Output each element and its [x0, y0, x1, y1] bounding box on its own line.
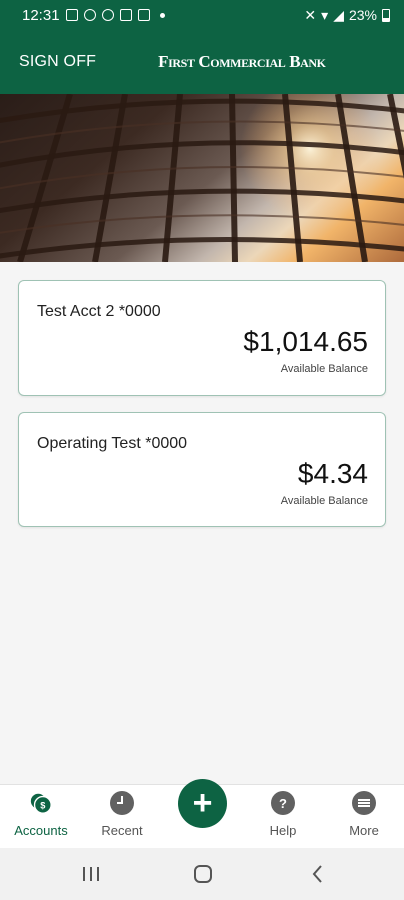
nav-more[interactable]: More [324, 785, 404, 849]
help-icon: ? [271, 791, 295, 815]
battery-percent: 23% [348, 7, 377, 23]
battery-icon [382, 8, 390, 22]
account-name: Operating Test *0000 [37, 435, 188, 452]
nav-help[interactable]: ? Help [243, 785, 323, 849]
status-left: 12:31 [22, 7, 165, 24]
bank-logo: First Commercial Bank [158, 52, 326, 71]
back-icon[interactable] [306, 862, 330, 886]
status-right: ✕ ▾ ◢ 23% [304, 7, 390, 24]
more-notifications-dot [159, 12, 165, 18]
balance-caption: Available Balance [280, 363, 368, 375]
sign-off-button[interactable]: SIGN OFF [19, 53, 96, 71]
balance-caption: Available Balance [280, 495, 368, 507]
nav-help-label: Help [269, 823, 297, 838]
signal-icon: ◢ [333, 6, 344, 23]
mail-notification-icon [119, 9, 132, 21]
svg-text:$: $ [40, 801, 45, 811]
mute-icon: ✕ [304, 6, 317, 23]
nav-recent[interactable]: Recent [82, 785, 162, 849]
recents-icon[interactable] [79, 862, 103, 886]
account-balance: $4.34 [297, 458, 368, 489]
more-icon [352, 791, 376, 815]
nav-accounts[interactable]: $ Accounts [1, 785, 81, 849]
banner-image [0, 94, 404, 262]
sync-notification-icon [101, 9, 114, 21]
accounts-icon: $ [29, 791, 53, 815]
add-button[interactable]: + [178, 779, 227, 828]
nav-recent-label: Recent [101, 823, 143, 838]
account-card[interactable]: Operating Test *0000 $4.34 Available Bal… [18, 412, 386, 527]
account-card[interactable]: Test Acct 2 *0000 $1,014.65 Available Ba… [18, 280, 386, 396]
account-balance: $1,014.65 [243, 326, 368, 357]
status-bar: 12:31 ✕ ▾ ◢ 23% [0, 0, 404, 30]
home-icon[interactable] [191, 862, 215, 886]
glass-dome-illustration [0, 94, 404, 262]
bottom-nav: $ Accounts Recent + ? Help More [0, 779, 404, 849]
app-header: SIGN OFF First Commercial Bank [0, 30, 404, 94]
status-time: 12:31 [22, 6, 60, 24]
notification-icon [65, 9, 78, 21]
system-nav-bar [0, 848, 404, 900]
clock-icon [110, 791, 134, 815]
nav-more-label: More [349, 823, 379, 838]
nav-accounts-label: Accounts [14, 823, 68, 838]
shield-notification-icon [83, 9, 96, 21]
account-name: Test Acct 2 *0000 [37, 303, 161, 320]
message-notification-icon [137, 9, 150, 21]
wifi-icon: ▾ [321, 6, 329, 23]
